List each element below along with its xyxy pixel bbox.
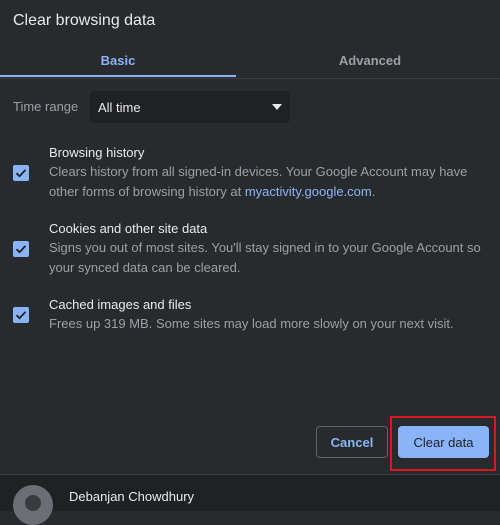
option-description: Frees up 319 MB. Some sites may load mor… — [49, 316, 454, 331]
option-description: Clears history from all signed-in device… — [49, 162, 489, 202]
time-range-value: All time — [98, 99, 141, 115]
cancel-button[interactable]: Cancel — [316, 426, 388, 458]
cached-images-checkbox[interactable] — [13, 307, 29, 323]
description-text-end: . — [371, 184, 376, 199]
dialog-title: Clear browsing data — [13, 12, 156, 29]
active-tab-indicator — [0, 75, 236, 77]
account-footer: Debanjan Chowdhury — [0, 474, 500, 525]
tab-basic[interactable]: Basic — [0, 42, 236, 78]
avatar — [13, 485, 53, 525]
option-title: Browsing history — [49, 145, 145, 160]
option-description: Signs you out of most sites. You'll stay… — [49, 240, 481, 275]
option-title: Cookies and other site data — [49, 221, 208, 236]
dropdown-arrow-icon — [272, 104, 282, 110]
myactivity-link[interactable]: myactivity.google.com — [245, 184, 372, 199]
cookies-checkbox[interactable] — [13, 241, 29, 257]
highlight-box — [390, 416, 496, 471]
browsing-history-checkbox[interactable] — [13, 165, 29, 181]
checkmark-icon — [15, 245, 27, 254]
option-title: Cached images and files — [49, 297, 192, 312]
time-range-label: Time range — [13, 99, 79, 114]
time-range-select[interactable]: All time — [90, 91, 290, 123]
checkmark-icon — [15, 169, 27, 178]
tab-bar: Basic Advanced — [0, 42, 500, 79]
checkmark-icon — [15, 311, 27, 320]
user-name: Debanjan Chowdhury — [69, 489, 195, 504]
avatar-image — [25, 495, 41, 511]
tab-advanced[interactable]: Advanced — [252, 42, 488, 78]
